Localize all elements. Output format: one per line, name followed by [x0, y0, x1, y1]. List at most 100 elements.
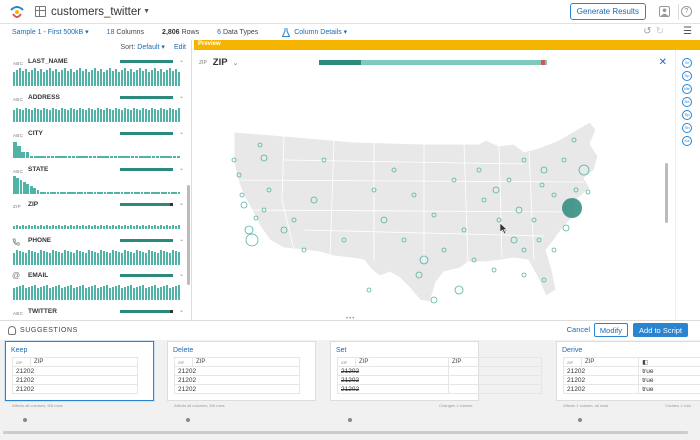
rail-tool-icon[interactable]: Me	[682, 84, 692, 94]
column-card[interactable]: PHONE ⌄	[8, 237, 184, 273]
preview-scrollbar[interactable]	[665, 163, 668, 223]
add-to-script-button[interactable]: Add to Script	[633, 323, 688, 337]
column-histogram[interactable]	[13, 104, 181, 122]
suggestions-bar: SUGGESTIONS Cancel Modify Add to Script	[0, 320, 700, 340]
rail-tool-icon[interactable]: Sr	[682, 58, 692, 68]
histogram-bar	[154, 192, 157, 194]
rail-tool-icon[interactable]: Sp	[682, 71, 692, 81]
dataset-grid-icon	[35, 6, 46, 17]
column-card[interactable]: ABC CITY ⌄	[8, 130, 184, 166]
column-card[interactable]: ABC ADDRESS ⌄	[8, 94, 184, 130]
user-icon[interactable]	[659, 6, 670, 17]
histogram-bar	[19, 180, 23, 194]
data-quality-bar[interactable]	[319, 60, 547, 65]
column-quality-bar[interactable]	[120, 239, 173, 242]
chevron-down-icon[interactable]: ⌄	[179, 93, 184, 100]
preview-column-header[interactable]: ZIP ZIP ⌄	[199, 57, 238, 68]
map-point[interactable]	[240, 201, 248, 209]
column-card[interactable]: ZIP ZIP ⌄	[8, 201, 184, 237]
column-details-button[interactable]: Column Details ▾	[282, 27, 347, 37]
histogram-bar	[73, 192, 77, 194]
map-point[interactable]	[562, 224, 570, 232]
histogram-bar	[101, 156, 105, 158]
map-point[interactable]	[562, 198, 582, 218]
rail-tool-icon[interactable]: Ne	[682, 97, 692, 107]
column-card[interactable]: ABC LAST_NAME ⌄	[8, 58, 184, 94]
column-quality-bar[interactable]	[120, 132, 173, 135]
column-type: ABC	[13, 169, 24, 174]
histogram-bar	[26, 184, 30, 194]
trifacta-logo-icon[interactable]	[9, 4, 25, 20]
close-icon[interactable]: ✕	[659, 57, 667, 68]
chevron-down-icon[interactable]: ⌄	[179, 200, 184, 207]
map-point[interactable]	[521, 272, 527, 278]
modify-button[interactable]: Modify	[593, 323, 628, 337]
suggestion-card-keep[interactable]: Keep ZIP ZIP 21202 21202 21202 Affects al…	[5, 341, 154, 408]
rail-tool-icon[interactable]: Sp	[682, 110, 692, 120]
rail-tool-icon[interactable]: Sh	[682, 123, 692, 133]
zip-map[interactable]	[224, 100, 674, 308]
chevron-down-icon[interactable]: ⌄	[179, 271, 184, 278]
chevron-down-icon[interactable]: ⌄	[179, 165, 184, 172]
undo-icon[interactable]: ↺	[643, 26, 651, 37]
map-point[interactable]	[454, 285, 464, 295]
cancel-button[interactable]: Cancel	[567, 325, 590, 334]
suggestion-card-delete[interactable]: Delete ZIP ZIP 21202 21202 21202 Affects …	[167, 341, 316, 408]
generate-results-button[interactable]: Generate Results	[569, 3, 646, 20]
chevron-down-icon[interactable]: ⌄	[179, 57, 184, 64]
map-point[interactable]	[245, 233, 259, 247]
chevron-down-icon[interactable]: ⌄	[179, 307, 184, 314]
column-card[interactable]: ABC STATE ⌄	[8, 166, 184, 202]
column-quality-bar[interactable]	[120, 203, 173, 206]
column-quality-bar[interactable]	[120, 274, 173, 277]
columns-scrollbar[interactable]	[187, 185, 190, 285]
column-quality-bar[interactable]	[120, 168, 173, 171]
chevron-down-icon[interactable]: ⌄	[233, 59, 239, 67]
column-quality-bar[interactable]	[120, 96, 173, 99]
map-point[interactable]	[551, 247, 557, 253]
histogram-bar	[147, 192, 151, 194]
card-pager-dot[interactable]	[23, 418, 27, 422]
histogram-bar	[70, 192, 73, 194]
dataset-name[interactable]: customers_twitter	[51, 6, 141, 18]
column-histogram[interactable]	[13, 282, 181, 300]
card-pager-dot[interactable]	[578, 418, 582, 422]
table-row: 21202	[174, 366, 300, 376]
chevron-down-icon[interactable]: ▼	[143, 8, 150, 15]
column-card[interactable]: @ EMAIL ⌄	[8, 271, 184, 308]
column-name: ADDRESS	[28, 94, 60, 101]
sort-default-dropdown[interactable]: Default ▾	[137, 43, 165, 51]
sample-selector[interactable]: Sample 1 - First 500kB ▾	[12, 28, 89, 36]
histogram-bar	[164, 192, 167, 194]
suggestion-card-set[interactable]: Set ZIP ZIP ZIP 21202 21202 21202 Changes …	[330, 341, 542, 408]
rail-tool-icon[interactable]: Ka	[682, 136, 692, 146]
chevron-down-icon[interactable]: ⌄	[179, 236, 184, 243]
map-point[interactable]	[430, 296, 438, 304]
card-pager-dot[interactable]	[348, 418, 352, 422]
column-card[interactable]: ABC TWITTER ⌄	[8, 308, 184, 320]
map-point[interactable]	[244, 225, 254, 235]
map-point[interactable]	[366, 287, 372, 293]
redo-icon[interactable]: ↻	[656, 26, 664, 37]
histogram-bar	[122, 156, 126, 158]
histogram-bar	[103, 192, 107, 194]
card-pager-dot[interactable]	[186, 418, 190, 422]
histogram-bar	[109, 156, 114, 158]
card-footer-2: Creates 1 colu	[665, 403, 691, 408]
help-icon[interactable]: ?	[681, 6, 692, 17]
column-histogram[interactable]	[13, 140, 181, 158]
histogram-bar	[63, 156, 67, 158]
column-histogram[interactable]	[13, 176, 181, 194]
settings-sliders-icon[interactable]: ☰	[683, 26, 692, 37]
edit-button[interactable]: Edit	[174, 44, 186, 51]
chevron-down-icon[interactable]: ⌄	[179, 129, 184, 136]
suggestion-card-derive[interactable]: Derive ZIP ZIP ◧ 21202 true 21202 true 21202…	[556, 341, 700, 408]
map-point[interactable]	[585, 189, 591, 195]
column-quality-bar[interactable]	[120, 60, 173, 63]
cards-scrollbar[interactable]	[0, 431, 700, 435]
column-histogram[interactable]	[13, 247, 181, 265]
column-quality-bar[interactable]	[120, 310, 173, 313]
column-histogram[interactable]	[13, 68, 181, 86]
map-point[interactable]	[491, 267, 497, 273]
column-histogram[interactable]	[13, 211, 181, 229]
